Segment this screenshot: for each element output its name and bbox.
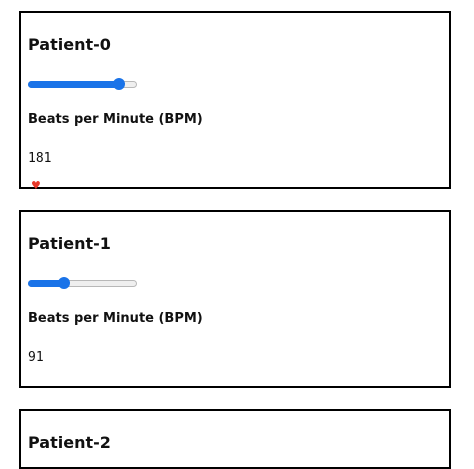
slider-thumb[interactable] xyxy=(113,78,125,90)
patient-card-2: Patient-2 xyxy=(19,409,451,469)
slider-thumb[interactable] xyxy=(58,277,70,289)
bpm-slider[interactable] xyxy=(28,277,137,289)
bpm-label: Beats per Minute (BPM) xyxy=(28,112,203,127)
patient-card-0: Patient-0 Beats per Minute (BPM) 181 ♥ xyxy=(19,11,451,192)
patient-name: Patient-0 xyxy=(28,35,111,54)
bpm-value: 91 xyxy=(28,350,44,365)
bpm-value: 181 xyxy=(28,151,52,166)
heart-icon: ♥ xyxy=(31,179,41,192)
patient-name: Patient-2 xyxy=(28,433,111,452)
bpm-slider[interactable] xyxy=(28,78,137,90)
bpm-label: Beats per Minute (BPM) xyxy=(28,311,203,326)
patient-card-1: Patient-1 Beats per Minute (BPM) 91 xyxy=(19,210,451,388)
slider-fill xyxy=(28,81,119,88)
patient-name: Patient-1 xyxy=(28,234,111,253)
